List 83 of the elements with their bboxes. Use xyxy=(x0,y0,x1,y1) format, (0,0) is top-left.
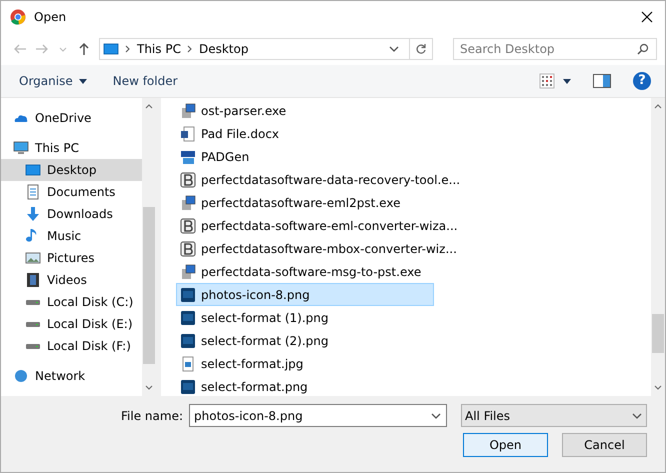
download-arrow-icon xyxy=(25,206,41,222)
file-item[interactable]: select-format.png xyxy=(176,375,434,396)
installer-icon xyxy=(180,194,196,210)
sidebar-item[interactable]: Local Disk (C:) xyxy=(1,291,142,313)
scrollbar[interactable] xyxy=(142,98,156,396)
open-button[interactable]: Open xyxy=(463,433,548,457)
photoshop-file-icon xyxy=(180,332,196,348)
b-file-icon xyxy=(180,218,196,234)
file-item[interactable]: select-format.jpg xyxy=(176,352,434,375)
b-file-icon xyxy=(180,172,196,188)
film-icon xyxy=(25,272,41,288)
file-item[interactable]: perfectdata-software-eml-converter-wiza... xyxy=(176,214,463,237)
sidebar-item[interactable]: OneDrive xyxy=(1,107,142,129)
file-item[interactable]: Pad File.docx xyxy=(176,122,434,145)
word-document-icon xyxy=(180,126,196,142)
picture-icon xyxy=(25,250,41,266)
close-icon[interactable] xyxy=(641,11,653,23)
installer-icon xyxy=(180,264,196,280)
file-item[interactable]: perfectdatasoftware-data-recovery-tool.e... xyxy=(176,168,466,191)
file-item[interactable]: photos-icon-8.png xyxy=(176,283,434,306)
breadcrumb-item[interactable]: Desktop xyxy=(198,42,248,56)
sidebar-item[interactable]: Documents xyxy=(1,181,142,203)
caret-icon[interactable] xyxy=(563,78,571,84)
sidebar-item[interactable]: Local Disk (E:) xyxy=(1,313,142,335)
chevron-down-icon xyxy=(632,412,642,420)
chevron-up-icon[interactable] xyxy=(654,103,662,109)
sidebar-item[interactable]: Local Disk (F:) xyxy=(1,335,142,357)
app-icon xyxy=(180,148,196,164)
file-name-label: File name: xyxy=(121,408,183,422)
chevron-down-icon[interactable] xyxy=(145,385,153,391)
desktop-icon xyxy=(25,162,41,178)
file-type-dropdown[interactable]: All Files xyxy=(461,404,647,427)
photoshop-file-icon xyxy=(180,378,196,394)
file-item[interactable]: PADGen xyxy=(176,145,434,168)
drive-icon xyxy=(26,322,40,326)
file-item[interactable]: perfectdatasoftware-eml2pst.exe xyxy=(176,191,434,214)
chevron-down-icon[interactable] xyxy=(389,45,399,53)
chevron-right-icon xyxy=(186,45,193,53)
drive-icon xyxy=(26,300,40,304)
chevron-up-icon[interactable] xyxy=(145,103,153,109)
sidebar-item[interactable]: This PC xyxy=(1,137,142,159)
preview-pane-icon[interactable] xyxy=(593,74,611,88)
search-field[interactable]: Search Desktop xyxy=(453,38,657,60)
document-icon xyxy=(25,184,41,200)
sidebar-item[interactable]: Network xyxy=(1,365,142,387)
drive-icon xyxy=(26,344,40,348)
search-icon xyxy=(637,43,649,55)
sidebar-item[interactable]: Videos xyxy=(1,269,142,291)
sidebar-item[interactable]: Pictures xyxy=(1,247,142,269)
b-file-icon xyxy=(180,240,196,256)
caret-icon xyxy=(78,78,87,84)
photoshop-file-icon xyxy=(180,310,196,326)
scrollbar-thumb[interactable] xyxy=(652,314,664,354)
desktop-icon xyxy=(103,41,119,57)
scrollbar-thumb[interactable] xyxy=(143,207,155,364)
file-item[interactable]: select-format (2).png xyxy=(176,329,434,352)
chevron-down-icon[interactable] xyxy=(431,412,441,420)
new-folder-button[interactable]: New folder xyxy=(104,71,186,91)
sidebar-item[interactable]: Music xyxy=(1,225,142,247)
help-button[interactable]: ? xyxy=(633,72,651,90)
chevron-right-icon xyxy=(125,45,131,53)
chevron-down-icon[interactable] xyxy=(654,385,662,391)
file-item[interactable]: select-format (1).png xyxy=(176,306,434,329)
breadcrumb-item[interactable]: This PC xyxy=(137,42,181,56)
window-title: Open xyxy=(34,10,68,24)
up-arrow-icon[interactable] xyxy=(77,42,91,56)
file-item[interactable]: perfectdatasoftware-mbox-converter-wiz... xyxy=(176,237,462,260)
computer-icon xyxy=(13,140,29,156)
photoshop-file-icon xyxy=(180,286,196,302)
scrollbar[interactable] xyxy=(651,98,665,396)
file-item[interactable]: perfectdata-software-msg-to-pst.exe xyxy=(176,260,434,283)
organise-button[interactable]: Organise xyxy=(11,71,95,91)
file-name-field[interactable]: photos-icon-8.png xyxy=(189,404,447,427)
view-grid-icon[interactable] xyxy=(539,73,555,89)
image-file-icon xyxy=(180,356,196,372)
network-icon xyxy=(13,368,29,384)
sidebar-item[interactable]: Downloads xyxy=(1,203,142,225)
installer-icon xyxy=(180,102,196,118)
browser-logo-icon xyxy=(10,9,26,25)
cancel-button[interactable]: Cancel xyxy=(562,433,647,457)
file-item[interactable]: ost-parser.exe xyxy=(176,99,434,122)
address-bar[interactable]: This PC Desktop xyxy=(99,38,433,60)
sidebar-item[interactable]: Desktop xyxy=(1,159,142,181)
